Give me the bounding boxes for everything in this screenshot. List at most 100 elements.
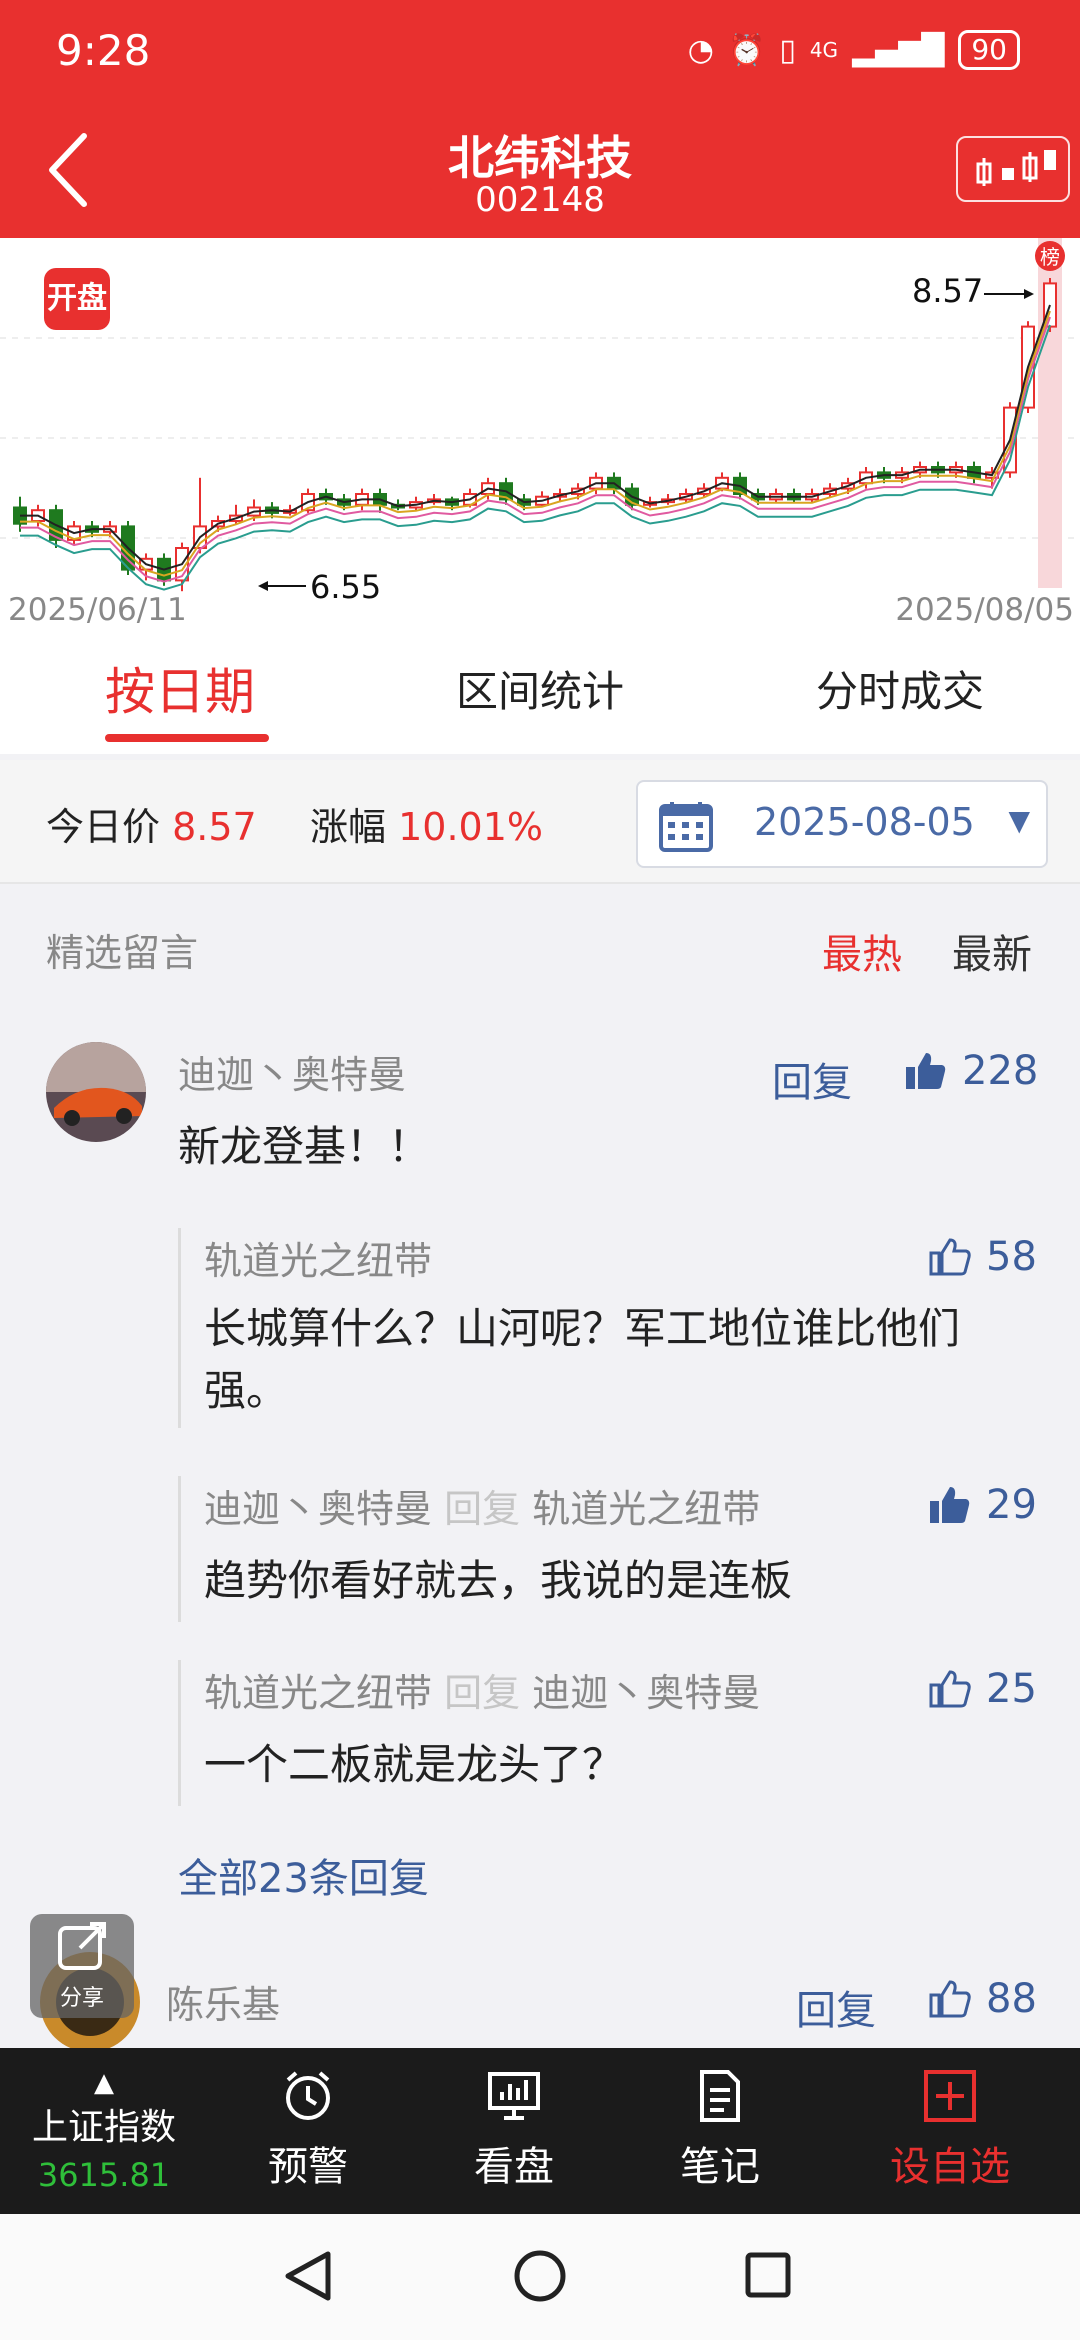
network-label: 4G — [809, 38, 839, 62]
reply-header: 迪迦丶奥特曼 回复 轨道光之纽带 — [204, 1478, 760, 1533]
comment-username[interactable]: 陈乐基 — [166, 1974, 280, 2029]
index-name: 上证指数 — [31, 2107, 176, 2148]
car-avatar-image — [46, 1042, 146, 1142]
reply-divider — [178, 1228, 181, 1428]
section-title: 精选留言 — [46, 931, 199, 975]
app-header: 9:28 ◔ ⏰ ▯ 4G ▂▄▆█ 90 北纬科技 002148 — [0, 0, 1080, 238]
reply-header: 轨道光之纽带 回复 迪迦丶奥特曼 — [204, 1662, 760, 1717]
bottom-toolbar: ▲ 上证指数 3615.81 预警 看盘 笔记 设自选 — [0, 2048, 1080, 2214]
reply-text: 长城算什么？山河呢？军工地位谁比他们强。 — [204, 1304, 961, 1415]
low-price-label: 6.55 — [310, 568, 381, 606]
index-ticker[interactable]: ▲ 上证指数 3615.81 — [30, 2068, 178, 2194]
avatar[interactable] — [46, 1042, 146, 1142]
thumbs-up-outline-icon — [929, 1238, 971, 1276]
watch-label: 看盘 — [474, 2144, 554, 2190]
battery-indicator: 90 — [958, 30, 1020, 70]
reply-like-button[interactable]: 25 — [928, 1666, 1037, 1712]
reply-button[interactable]: 回复 — [796, 1978, 876, 2036]
status-time: 9:28 — [56, 26, 151, 75]
dropdown-arrow-icon: ▼ — [1008, 804, 1030, 837]
sort-hot-button[interactable]: 最热 — [822, 922, 902, 980]
thumbs-up-filled-icon — [906, 1053, 946, 1089]
thumbs-up-filled-icon — [930, 1487, 970, 1523]
thumbs-up-outline-icon — [929, 1670, 971, 1708]
alert-button[interactable]: 预警 — [258, 2068, 358, 2192]
today-price-label: 今日价 — [46, 805, 161, 849]
monitor-chart-icon — [488, 2072, 540, 2120]
date-picker-value: 2025-08-05 — [754, 800, 975, 844]
index-value: 3615.81 — [37, 2156, 171, 2194]
kline-toggle-button[interactable] — [956, 136, 1070, 202]
share-button[interactable]: 分享 — [30, 1914, 134, 2018]
reply-text: 趋势你看好就去，我说的是连板 — [204, 1556, 793, 1605]
signal-icon: ▂▄▆█ — [852, 32, 945, 68]
high-price-label: 8.57 — [912, 272, 983, 310]
reply-username[interactable]: 迪迦丶奥特曼 — [204, 1487, 432, 1531]
add-watchlist-button[interactable]: 设自选 — [880, 2068, 1020, 2192]
stock-code: 002148 — [475, 180, 605, 220]
reply-divider — [178, 1476, 181, 1622]
comment-username[interactable]: 迪迦丶奥特曼 — [178, 1044, 406, 1099]
kline-svg: 8.57 6.55 榜 — [0, 238, 1080, 606]
today-price: 今日价 8.57 — [46, 796, 257, 851]
add-watchlist-label: 设自选 — [890, 2144, 1010, 2190]
stock-name: 北纬科技 — [448, 131, 632, 185]
alert-label: 预警 — [268, 2144, 348, 2190]
like-button[interactable]: 228 — [904, 1048, 1038, 1094]
price-bar: 今日价 8.57 涨幅 10.01% 2025-08-05 ▼ — [0, 760, 1080, 884]
all-replies-link[interactable]: 全部23条回复 — [178, 1846, 429, 1904]
reply-button[interactable]: 回复 — [772, 1050, 852, 1108]
share-label: 分享 — [59, 1986, 104, 2011]
high-arrow-head — [1024, 289, 1034, 299]
candles-group — [13, 278, 1057, 592]
thumbs-up-outline-icon — [929, 1980, 971, 2018]
expand-up-icon: ▲ — [94, 2068, 114, 2098]
low-arrow-head — [258, 581, 268, 591]
notes-button[interactable]: 笔记 — [670, 2068, 770, 2192]
reply-divider — [178, 1660, 181, 1806]
notes-label: 笔记 — [680, 2144, 760, 2190]
reply-like-button[interactable]: 29 — [928, 1482, 1037, 1528]
ma10-line — [20, 310, 1051, 577]
alarm-icon: ⏰ — [727, 32, 766, 68]
calendar-icon — [659, 802, 713, 852]
ma20-line — [20, 316, 1051, 583]
share-icon — [58, 1922, 106, 1970]
tab-interval-stats[interactable]: 区间统计 — [360, 632, 720, 754]
active-tab-indicator — [105, 734, 269, 742]
reply-like-button[interactable]: 58 — [928, 1234, 1037, 1280]
reply-word: 回复 — [444, 1487, 521, 1531]
change-label: 涨幅 — [310, 805, 387, 849]
add-plus-icon — [924, 2070, 976, 2122]
comment-text: 新龙登基！！ — [178, 1122, 431, 1171]
change-value: 10.01% — [398, 805, 544, 849]
reply-like-count: 25 — [986, 1666, 1037, 1712]
reply-target-username[interactable]: 迪迦丶奥特曼 — [532, 1671, 760, 1715]
kline-chart[interactable]: 8.57 6.55 榜 开盘 2025/06/11 2025/08/05 — [0, 238, 1080, 632]
like-button[interactable]: 88 — [928, 1976, 1037, 2022]
ma5-line — [20, 304, 1051, 571]
rank-marker-text: 榜 — [1040, 245, 1060, 269]
change-pct: 涨幅 10.01% — [310, 796, 543, 851]
chart-end-date: 2025/08/05 — [895, 592, 1074, 628]
reply-username[interactable]: 轨道光之纽带 — [204, 1671, 432, 1715]
reply-target-username[interactable]: 轨道光之纽带 — [532, 1487, 760, 1531]
tab-time-trades[interactable]: 分时成交 — [720, 632, 1080, 754]
sort-new-button[interactable]: 最新 — [952, 922, 1032, 980]
nav-back-icon[interactable] — [285, 2251, 331, 2301]
watch-button[interactable]: 看盘 — [464, 2068, 564, 2192]
nav-home-icon[interactable] — [514, 2250, 566, 2302]
nav-buttons — [285, 2250, 791, 2302]
chart-start-date: 2025/06/11 — [8, 592, 187, 628]
date-picker[interactable]: 2025-08-05 ▼ — [636, 780, 1048, 868]
reply-username[interactable]: 轨道光之纽带 — [204, 1230, 432, 1285]
vibrate-icon: ▯ — [779, 32, 796, 68]
reply-like-count: 29 — [986, 1482, 1037, 1528]
system-nav-bar — [0, 2214, 1080, 2340]
reply-text: 一个二板就是龙头了？ — [204, 1740, 625, 1789]
open-badge[interactable]: 开盘 — [44, 268, 110, 330]
candlestick-icon — [976, 150, 1056, 186]
reply-like-count: 58 — [986, 1234, 1037, 1280]
nav-recents-icon[interactable] — [745, 2252, 791, 2298]
alarm-clock-icon — [286, 2071, 330, 2120]
